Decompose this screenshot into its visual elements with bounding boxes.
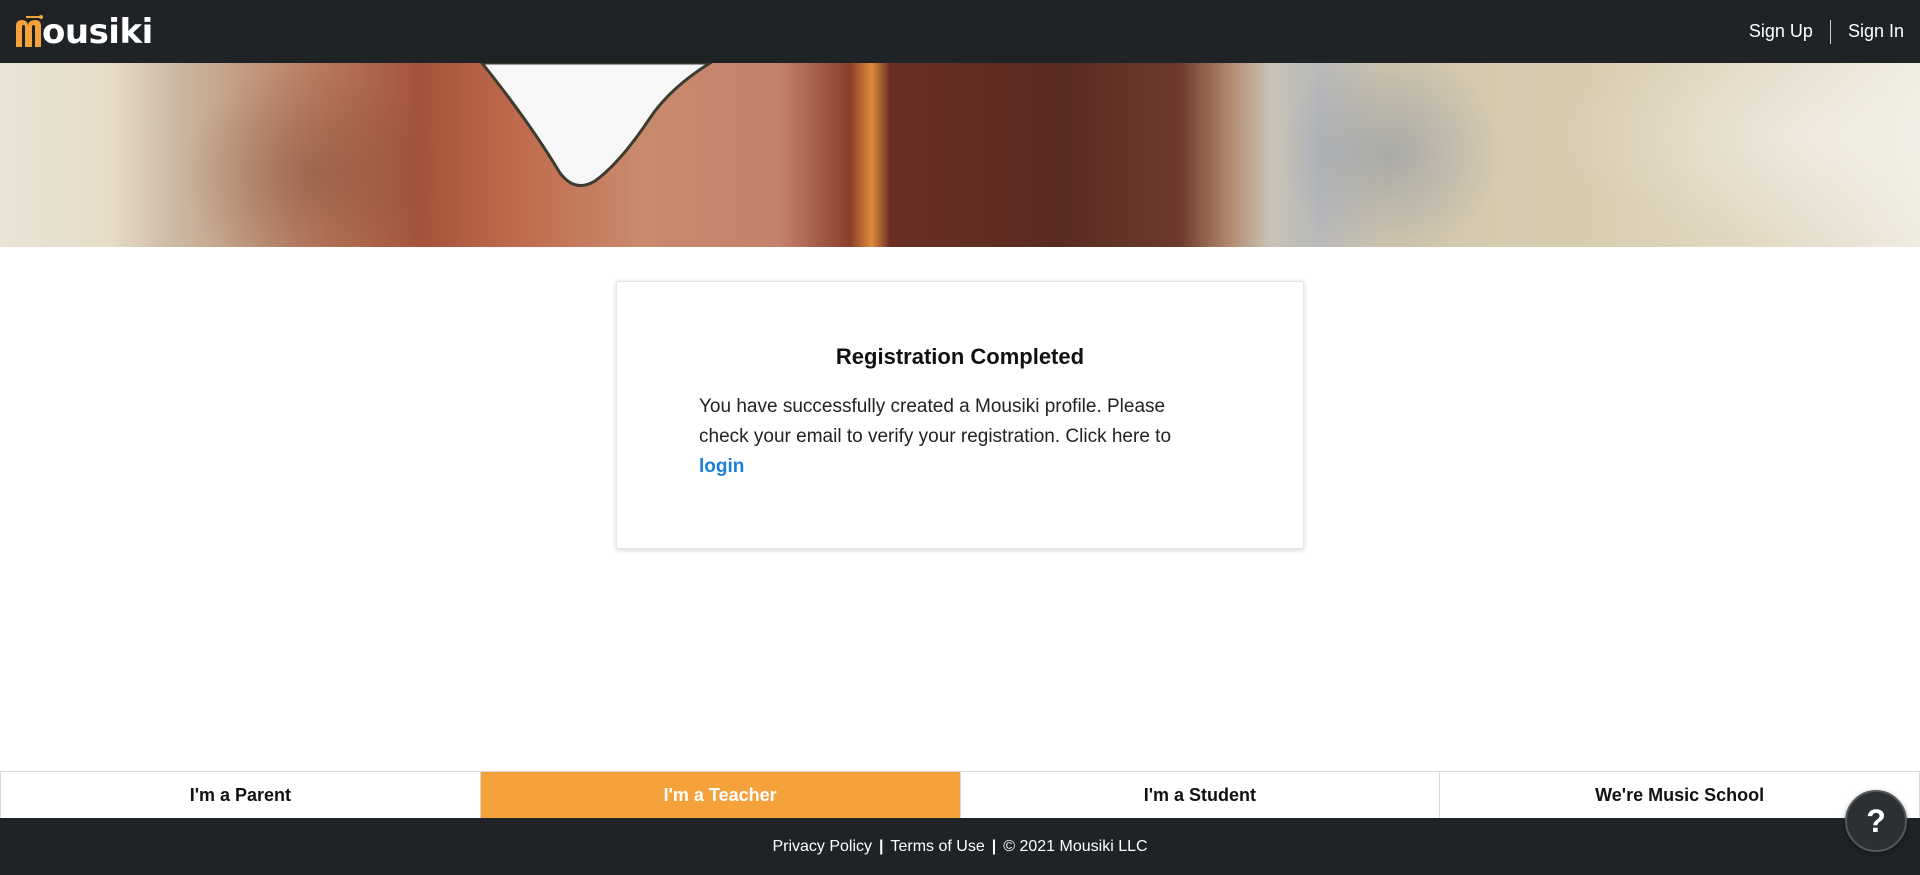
hero-shade	[1280, 63, 1500, 247]
role-tab-teacher[interactable]: I'm a Teacher	[480, 772, 961, 818]
mousiki-logo[interactable]: ousiki	[14, 0, 153, 63]
card-message-text: You have successfully created a Mousiki …	[699, 396, 1172, 447]
sign-in-link[interactable]: Sign In	[1848, 21, 1904, 42]
guitar-pick-graphic	[480, 63, 713, 187]
card-title: Registration Completed	[835, 344, 1085, 369]
auth-links: Sign Up Sign In	[1749, 19, 1904, 44]
terms-of-use-link[interactable]: Terms of Use	[891, 838, 985, 856]
registration-card: Registration Completed You have successf…	[616, 281, 1304, 549]
help-button[interactable]: ?	[1845, 790, 1907, 852]
role-tab-student[interactable]: I'm a Student	[960, 772, 1441, 818]
footer-separator: |	[879, 837, 884, 855]
copyright-text: © 2021 Mousiki LLC	[1003, 837, 1148, 855]
hero-shade	[180, 63, 440, 247]
footer: Privacy Policy | Terms of Use | © 2021 M…	[0, 818, 1920, 875]
sign-up-link[interactable]: Sign Up	[1749, 21, 1813, 42]
login-link[interactable]: login	[699, 456, 744, 477]
footer-separator: |	[991, 837, 997, 855]
question-mark-icon: ?	[1866, 802, 1886, 839]
role-tab-parent[interactable]: I'm a Parent	[0, 772, 481, 818]
top-nav-bar: ousiki Sign Up Sign In	[0, 0, 1920, 63]
guitar-m-logo-icon	[16, 14, 43, 47]
auth-divider	[1829, 19, 1831, 44]
hero-banner-image	[0, 63, 1920, 247]
privacy-policy-link[interactable]: Privacy Policy	[772, 838, 872, 856]
card-message: You have successfully created a Mousiki …	[699, 392, 1219, 482]
role-tabs: I'm a Parent I'm a Teacher I'm a Student…	[0, 771, 1920, 818]
hero-shade	[1560, 63, 1920, 247]
logo-text: ousiki	[42, 11, 153, 52]
